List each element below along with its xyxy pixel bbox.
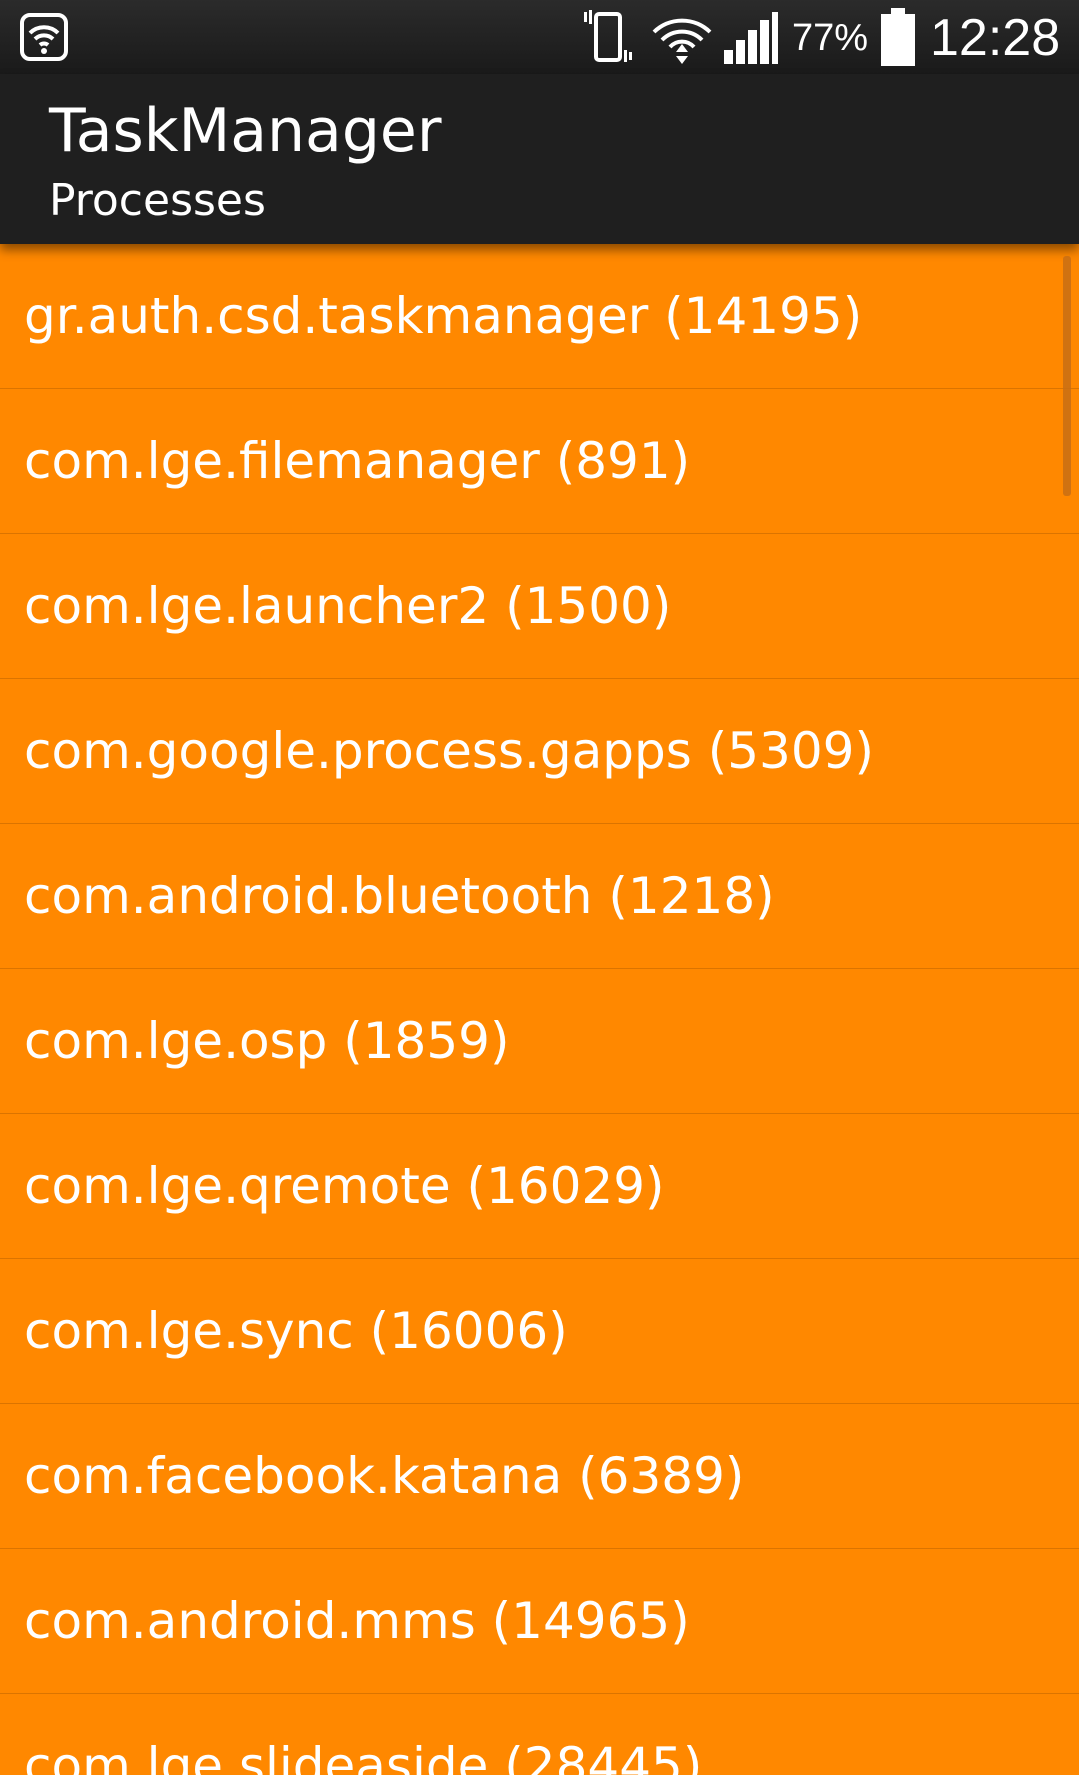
process-list-item[interactable]: com.lge.filemanager (891) [0, 389, 1079, 534]
process-label: com.lge.sync (16006) [24, 1302, 568, 1360]
action-bar: TaskManager Processes [0, 74, 1079, 244]
process-list-item[interactable]: com.lge.osp (1859) [0, 969, 1079, 1114]
process-list-item[interactable]: com.facebook.katana (6389) [0, 1404, 1079, 1549]
process-list-item[interactable]: com.google.process.gapps (5309) [0, 679, 1079, 824]
process-list-item[interactable]: com.lge.qremote (16029) [0, 1114, 1079, 1259]
process-list-item[interactable]: com.android.mms (14965) [0, 1549, 1079, 1694]
process-list-item[interactable]: com.lge.slideaside (28445) [0, 1694, 1079, 1775]
app-title: TaskManager [49, 96, 442, 166]
process-list[interactable]: gr.auth.csd.taskmanager (14195) com.lge.… [0, 244, 1079, 1775]
signal-icon [724, 12, 778, 64]
app-subtitle: Processes [49, 175, 266, 226]
wifi-icon [652, 18, 712, 64]
process-label: com.lge.qremote (16029) [24, 1157, 665, 1215]
process-label: com.lge.filemanager (891) [24, 432, 691, 490]
process-list-item[interactable]: com.lge.launcher2 (1500) [0, 534, 1079, 679]
battery-icon [881, 8, 915, 66]
list-scrollbar[interactable] [1063, 256, 1071, 496]
process-label: com.lge.launcher2 (1500) [24, 577, 672, 635]
process-list-item[interactable]: com.lge.sync (16006) [0, 1259, 1079, 1404]
battery-percentage: 77% [792, 17, 869, 59]
process-label: gr.auth.csd.taskmanager (14195) [24, 287, 863, 345]
process-label: com.google.process.gapps (5309) [24, 722, 874, 780]
process-label: com.lge.slideaside (28445) [24, 1737, 703, 1775]
status-bar: 77% 12:28 [0, 0, 1079, 74]
process-list-item[interactable]: com.android.bluetooth (1218) [0, 824, 1079, 969]
process-label: com.android.mms (14965) [24, 1592, 690, 1650]
process-label: com.lge.osp (1859) [24, 1012, 510, 1070]
wifi-hotspot-icon [20, 13, 68, 61]
status-clock: 12:28 [930, 9, 1061, 67]
process-list-item[interactable]: gr.auth.csd.taskmanager (14195) [0, 244, 1079, 389]
vibrate-icon [584, 10, 632, 62]
process-label: com.facebook.katana (6389) [24, 1447, 745, 1505]
process-label: com.android.bluetooth (1218) [24, 867, 775, 925]
